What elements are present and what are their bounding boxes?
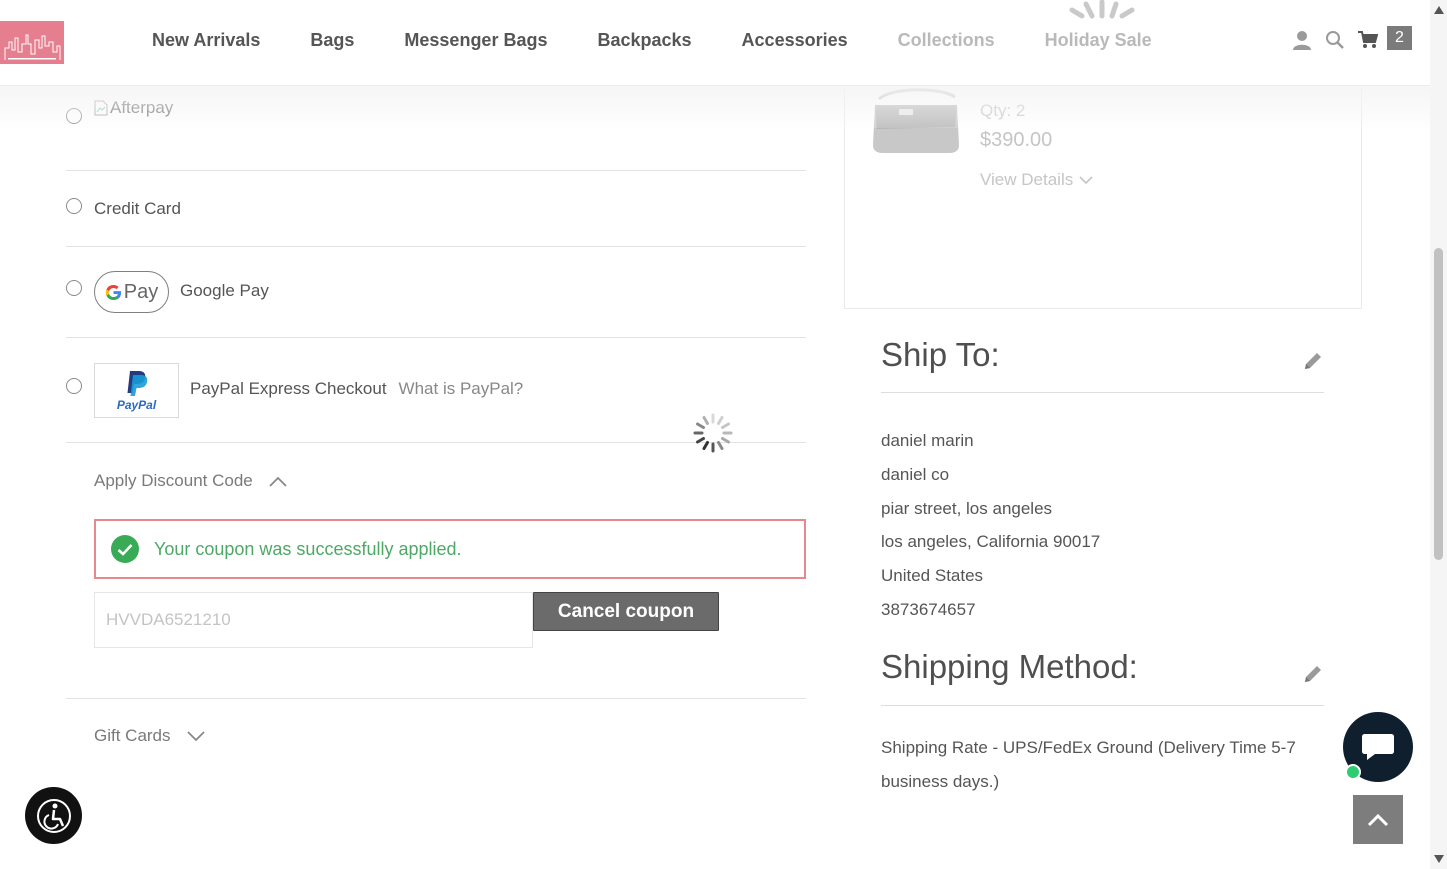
header-icons: 2: [1292, 25, 1412, 55]
cart-count-badge[interactable]: 2: [1387, 25, 1412, 50]
paypal-label: PayPal Express Checkout What is PayPal?: [190, 379, 523, 399]
paypal-checkout-label[interactable]: PayPal Express Checkout: [190, 379, 387, 398]
apply-discount-toggle[interactable]: Apply Discount Code: [94, 471, 287, 491]
nav-collections[interactable]: Collections: [898, 30, 995, 51]
google-pay-badge-text: Pay: [123, 280, 159, 303]
address-line: daniel co: [881, 464, 950, 484]
edit-pencil-icon[interactable]: [1302, 350, 1324, 372]
loading-spinner-icon: [1069, 0, 1135, 19]
ship-to-title: Ship To:: [881, 336, 1000, 373]
accessibility-button[interactable]: [25, 787, 82, 844]
google-pay-badge[interactable]: Pay: [94, 271, 169, 313]
nav-bags[interactable]: Bags: [310, 30, 354, 51]
address-line: piar street, los angeles: [881, 498, 1053, 518]
shipping-method-text: Shipping Rate - UPS/FedEx Ground (Delive…: [881, 738, 1296, 791]
scroll-thumb[interactable]: [1434, 248, 1443, 560]
view-details-label: View Details: [980, 170, 1074, 189]
section-divider: [66, 698, 806, 699]
main-nav: New Arrivals Bags Messenger Bags Backpac…: [152, 30, 1202, 51]
edit-pencil-icon[interactable]: [1302, 663, 1324, 685]
credit-card-label[interactable]: Credit Card: [94, 199, 181, 219]
broken-image-icon: [94, 100, 108, 116]
google-pay-label[interactable]: Google Pay: [180, 281, 269, 301]
scroll-down-arrow-icon[interactable]: [1434, 855, 1444, 863]
cart-icon[interactable]: [1358, 31, 1379, 54]
address-line: United States: [881, 566, 984, 586]
chevron-down-icon: [186, 730, 205, 741]
apply-discount-label: Apply Discount Code: [94, 471, 253, 490]
section-divider: [881, 705, 1324, 706]
google-g-icon: [105, 284, 121, 300]
gift-cards-label: Gift Cards: [94, 726, 171, 745]
view-details-toggle[interactable]: View Details: [980, 170, 1093, 190]
payment-option-google-pay: Pay Google Pay: [66, 247, 806, 338]
paypal-radio[interactable]: [66, 378, 82, 394]
chevron-up-icon: [1367, 813, 1389, 826]
paypal-logo-text: PayPal: [116, 398, 157, 412]
nav-accessories[interactable]: Accessories: [742, 30, 848, 51]
coupon-success-text: Your coupon was successfully applied.: [154, 538, 462, 559]
accessibility-icon: [36, 798, 71, 833]
gift-cards-toggle[interactable]: Gift Cards: [94, 726, 205, 746]
back-to-top-button[interactable]: [1353, 795, 1403, 844]
site-header: New Arrivals Bags Messenger Bags Backpac…: [0, 0, 1430, 86]
nav-new-arrivals[interactable]: New Arrivals: [152, 30, 260, 51]
account-icon[interactable]: [1292, 30, 1312, 55]
skyline-logo-icon: [4, 34, 61, 60]
google-pay-radio[interactable]: [66, 280, 82, 296]
afterpay-alt-text: Afterpay: [110, 98, 174, 117]
coupon-success-message: Your coupon was successfully applied.: [94, 519, 806, 579]
payment-option-afterpay: Afterpay: [66, 86, 806, 171]
cart-item-qty: Qty: 2: [980, 101, 1026, 120]
page-scrollbar[interactable]: [1430, 0, 1447, 869]
paypal-p-icon: [127, 371, 147, 396]
product-bag-image: [873, 88, 959, 153]
address-line: los angeles, California 90017: [881, 532, 1101, 552]
scroll-up-arrow-icon[interactable]: [1434, 6, 1444, 14]
cart-item-price: $390.00: [980, 129, 1053, 151]
check-circle-icon: [111, 535, 139, 563]
what-is-paypal-link[interactable]: What is PayPal?: [399, 379, 524, 398]
afterpay-radio[interactable]: [66, 108, 82, 124]
chevron-down-icon: [1079, 175, 1093, 184]
chevron-up-icon: [269, 476, 287, 487]
credit-card-radio[interactable]: [66, 198, 82, 214]
nav-messenger-bags[interactable]: Messenger Bags: [404, 30, 547, 51]
address-line: daniel marin: [881, 431, 974, 450]
paypal-logo[interactable]: PayPal: [94, 363, 179, 418]
order-summary: Qty: 2 $390.00 View Details: [844, 60, 1362, 309]
afterpay-image: Afterpay: [94, 98, 173, 118]
shipping-address: daniel marin daniel co piar street, los …: [881, 424, 1100, 627]
chat-bubble-icon: [1362, 734, 1394, 760]
loading-spinner-icon: [693, 413, 733, 453]
payment-option-credit-card: Credit Card: [66, 171, 806, 247]
cancel-coupon-button[interactable]: Cancel coupon: [533, 592, 719, 631]
shipping-method-title: Shipping Method:: [881, 648, 1138, 685]
online-status-dot: [1345, 764, 1361, 780]
section-divider: [881, 392, 1324, 393]
nav-backpacks[interactable]: Backpacks: [597, 30, 691, 51]
search-icon[interactable]: [1325, 30, 1345, 55]
address-phone: 3873674657: [881, 599, 976, 619]
store-logo[interactable]: [0, 21, 64, 64]
discount-code-input[interactable]: [94, 592, 533, 648]
